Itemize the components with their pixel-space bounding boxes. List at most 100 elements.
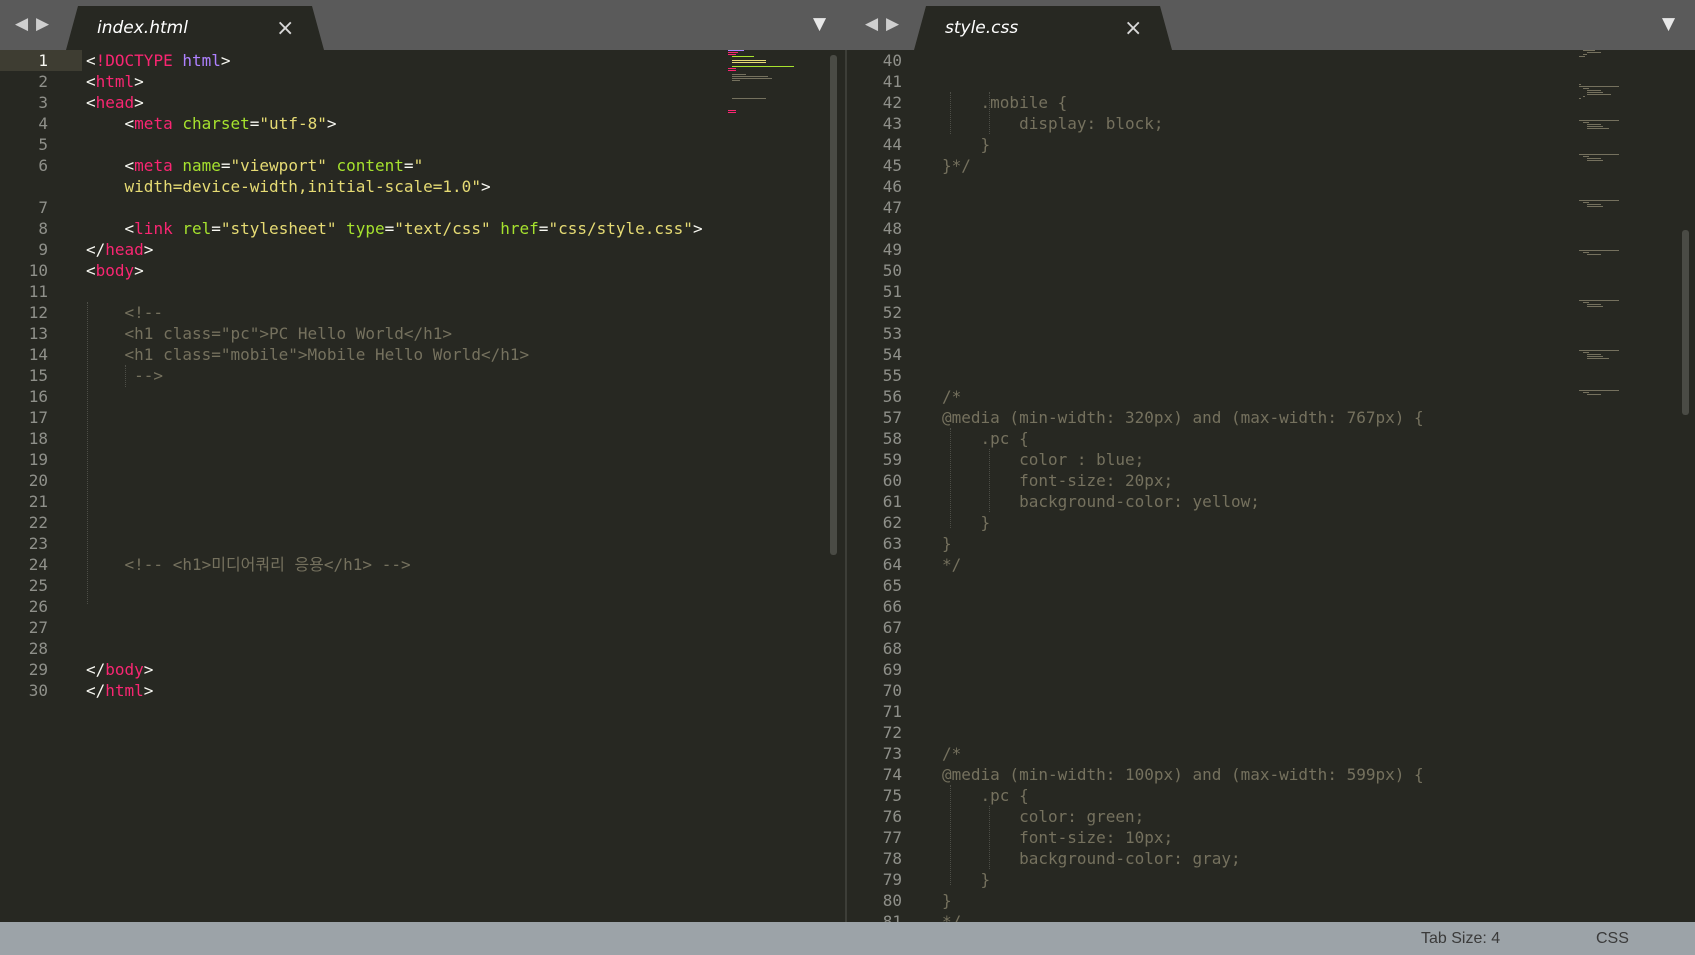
line-number: 75: [882, 786, 902, 805]
syntax-indicator[interactable]: CSS: [1596, 930, 1629, 948]
indent-guide: [950, 92, 951, 134]
line-number: 5: [38, 135, 48, 154]
line-number: 53: [882, 324, 902, 343]
code-token: href: [500, 219, 539, 238]
line-number: 18: [28, 429, 48, 448]
line-number: 44: [882, 135, 902, 154]
dropdown-arrow-icon[interactable]: ▼: [813, 14, 826, 34]
minimap-line: [732, 80, 740, 81]
minimap-line: [732, 66, 794, 67]
code-token: "utf-8": [259, 114, 327, 133]
right-arrow-icon[interactable]: ▶: [36, 14, 49, 34]
code-token: type: [346, 219, 385, 238]
minimap[interactable]: [1579, 50, 1679, 450]
minimap-line: [1587, 52, 1601, 53]
minimap-line: [1587, 304, 1601, 305]
line-number: 26: [28, 597, 48, 616]
line-number: 58: [882, 429, 902, 448]
line-number: 72: [882, 723, 902, 742]
code-token: >: [134, 72, 144, 91]
indent-guide: [989, 92, 990, 134]
code-token: meta: [134, 156, 173, 175]
dropdown-arrow-icon[interactable]: ▼: [1662, 14, 1675, 34]
line-number: 6: [38, 156, 48, 175]
tab-style-css[interactable]: style.css ×: [914, 6, 1172, 50]
left-arrow-icon[interactable]: ◀: [865, 14, 878, 34]
code-token: >: [143, 240, 154, 259]
line-number: 61: [882, 492, 902, 511]
minimap-line: [732, 98, 766, 99]
code-token: link: [134, 219, 173, 238]
code-token: */: [942, 912, 962, 922]
code-token: <!--: [86, 303, 164, 322]
line-number: 40: [882, 51, 902, 70]
line-number: 79: [882, 870, 902, 889]
minimap-line: [1583, 88, 1589, 89]
vertical-scrollbar[interactable]: [830, 55, 837, 555]
close-icon[interactable]: ×: [276, 16, 294, 41]
line-number: 16: [28, 387, 48, 406]
left-arrow-icon[interactable]: ◀: [15, 14, 28, 34]
close-icon[interactable]: ×: [1124, 16, 1142, 41]
code-line: <h1 class="mobile">Mobile Hello World</h…: [86, 344, 530, 365]
code-line: </body>: [86, 659, 153, 680]
code-line: <link rel="stylesheet" type="text/css" h…: [86, 218, 703, 239]
code-line: }: [942, 134, 991, 155]
minimap-line: [732, 56, 754, 57]
line-number: 77: [882, 828, 902, 847]
minimap[interactable]: [728, 50, 818, 170]
line-number: 29: [28, 660, 48, 679]
minimap-line: [1583, 392, 1589, 393]
code-line: </head>: [86, 239, 153, 260]
line-number: 20: [28, 471, 48, 490]
minimap-line: [1583, 122, 1589, 123]
code-token: <: [86, 156, 135, 175]
code-token: html: [105, 681, 144, 700]
tab-index-html[interactable]: index.html ×: [66, 6, 324, 50]
line-number: 62: [882, 513, 902, 532]
code-line: color: green;: [942, 806, 1144, 827]
code-token: .pc {: [942, 429, 1029, 448]
code-token: </: [86, 660, 106, 679]
line-number: 81: [882, 912, 902, 922]
line-number: 68: [882, 639, 902, 658]
code-line: }*/: [942, 155, 971, 176]
code-token: @media (min-width: 100px) and (max-width…: [942, 765, 1424, 784]
minimap-line: [1579, 250, 1619, 251]
minimap-line: [728, 70, 736, 71]
code-token: meta: [134, 114, 173, 133]
code-token: <h1 class="mobile">Mobile Hello World</h…: [86, 345, 530, 364]
minimap-line: [732, 78, 772, 79]
code-token: >: [143, 660, 154, 679]
code-line: width=device-width,initial-scale=1.0">: [86, 176, 491, 197]
line-number: 70: [882, 681, 902, 700]
tab-size-indicator[interactable]: Tab Size: 4: [1421, 930, 1500, 948]
line-number: 7: [38, 198, 48, 217]
code-token: /*: [942, 744, 962, 763]
line-number: 27: [28, 618, 48, 637]
minimap-line: [1579, 98, 1581, 99]
right-tab-bar: ◀ ▶ style.css × ▼: [847, 0, 1695, 50]
right-arrow-icon[interactable]: ▶: [886, 14, 899, 34]
code-token: name: [182, 156, 221, 175]
code-token: >: [143, 681, 154, 700]
line-number: 1: [38, 51, 48, 70]
line-number: 42: [882, 93, 902, 112]
line-number: 24: [28, 555, 48, 574]
line-number: 78: [882, 849, 902, 868]
line-number: 47: [882, 198, 902, 217]
code-token: <: [86, 51, 96, 70]
code-token: background-color: gray;: [942, 849, 1241, 868]
minimap-line: [1583, 50, 1595, 51]
line-number: 66: [882, 597, 902, 616]
vertical-scrollbar[interactable]: [1682, 230, 1689, 415]
code-token: >: [134, 261, 144, 280]
minimap-line: [1579, 154, 1619, 155]
code-token: }: [942, 534, 952, 553]
minimap-line: [1587, 126, 1603, 127]
code-line: <meta name="viewport" content=": [86, 155, 424, 176]
minimap-line: [728, 110, 736, 111]
